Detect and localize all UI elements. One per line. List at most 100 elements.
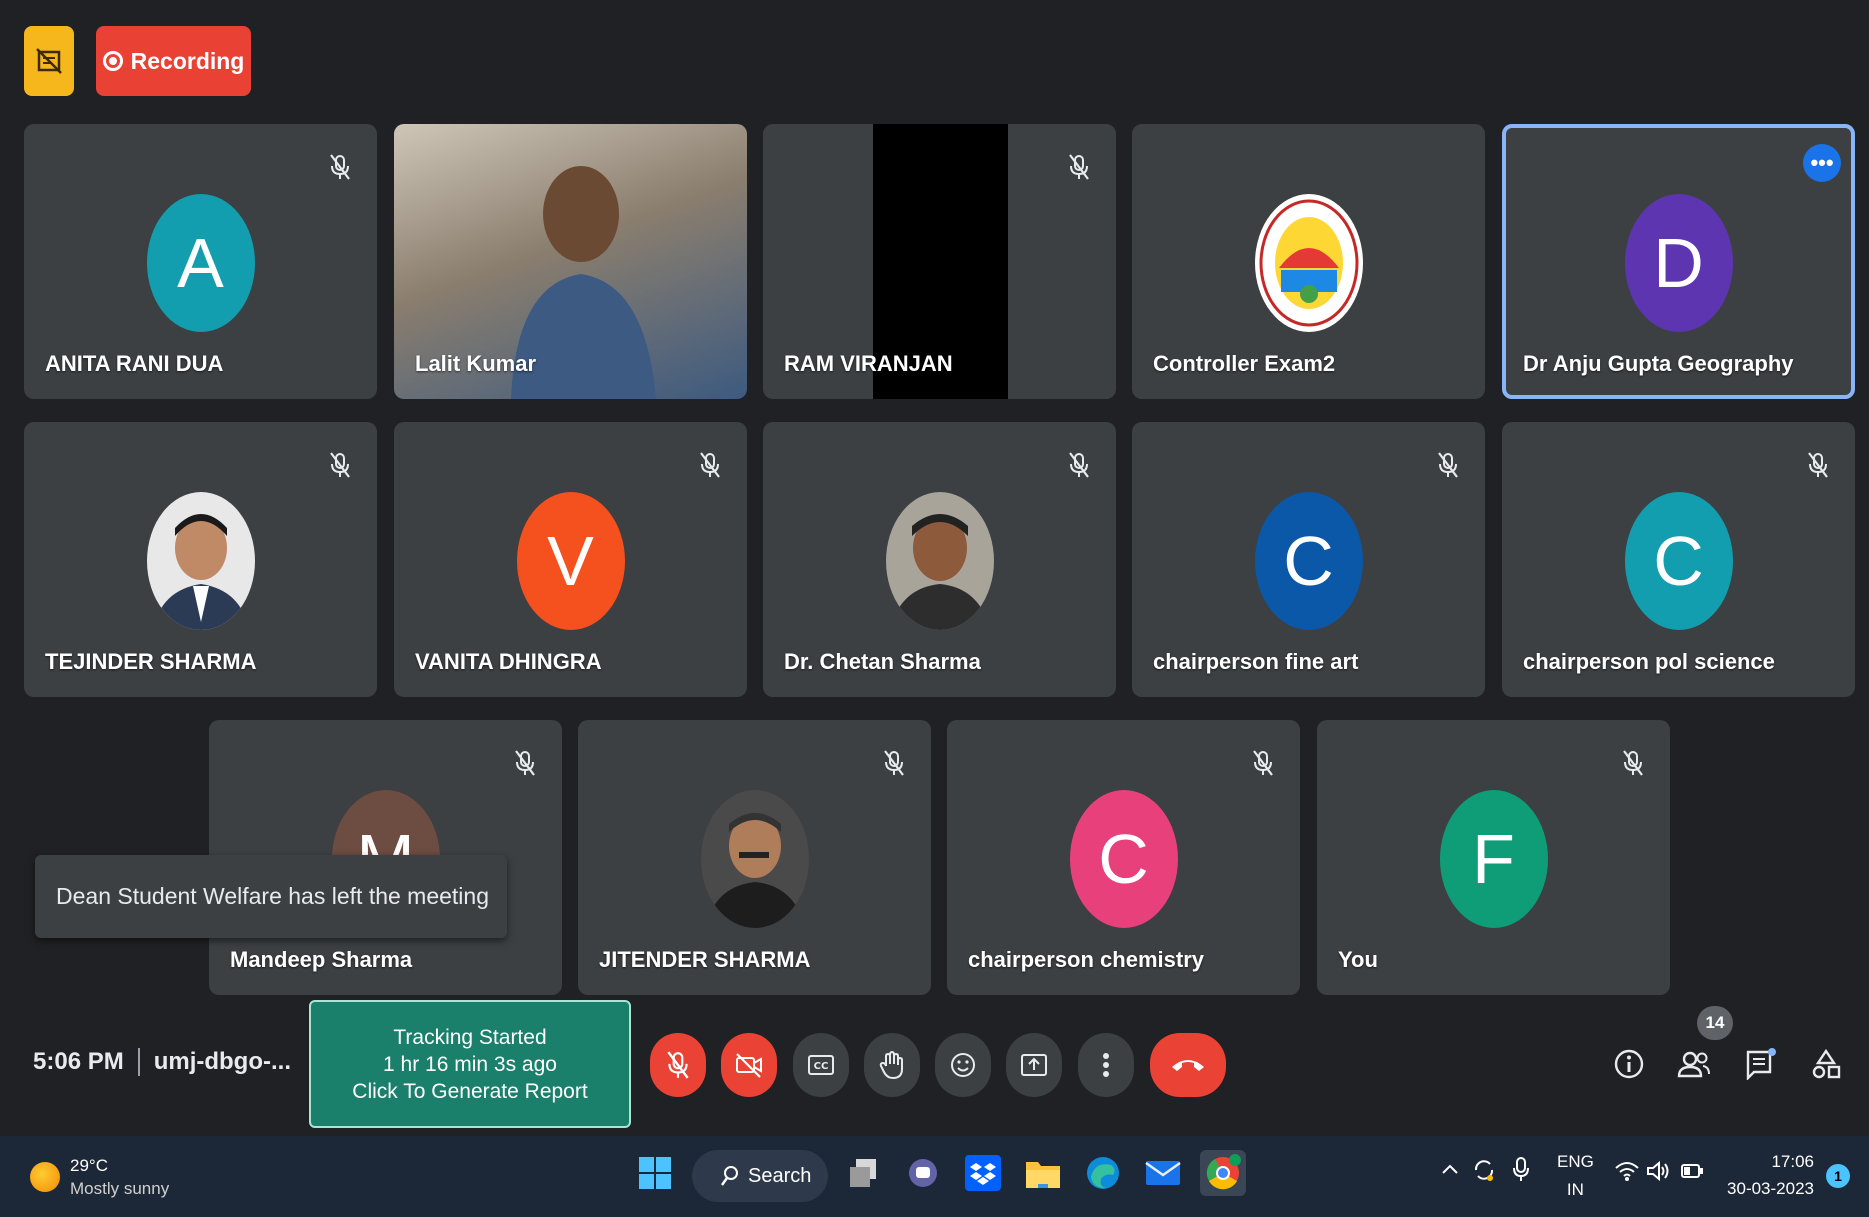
participant-tile-self[interactable]: F You bbox=[1317, 720, 1670, 995]
participant-count-badge: 14 bbox=[1697, 1006, 1733, 1040]
leave-call-button[interactable] bbox=[1150, 1033, 1226, 1097]
activities-button[interactable] bbox=[1804, 1042, 1848, 1086]
dropbox-icon[interactable] bbox=[960, 1150, 1006, 1196]
weather-condition: Mostly sunny bbox=[70, 1179, 170, 1198]
participant-name: chairperson pol science bbox=[1523, 649, 1775, 674]
mic-off-icon bbox=[693, 448, 727, 482]
region-code: IN bbox=[1566, 1180, 1584, 1199]
meeting-time: 5:06 PM bbox=[33, 1048, 124, 1075]
chat-button[interactable] bbox=[1738, 1042, 1782, 1086]
system-clock[interactable]: 17:06 30-03-2023 bbox=[1718, 1148, 1814, 1202]
reactions-button[interactable] bbox=[935, 1033, 991, 1097]
participant-tile-active-speaker[interactable]: D ••• Dr Anju Gupta Geography bbox=[1502, 124, 1855, 399]
edge-browser-icon[interactable] bbox=[1080, 1150, 1126, 1196]
weather-widget[interactable]: 29°C Mostly sunny bbox=[30, 1154, 169, 1200]
participant-name: Lalit Kumar bbox=[415, 351, 537, 376]
profile-photo bbox=[700, 790, 809, 928]
more-vert-icon bbox=[1103, 1053, 1109, 1077]
participant-tile[interactable]: Dr. Chetan Sharma bbox=[763, 422, 1116, 697]
more-options-icon[interactable]: ••• bbox=[1803, 144, 1841, 182]
participant-name: TEJINDER SHARMA bbox=[45, 649, 257, 674]
participant-name: JITENDER SHARMA bbox=[599, 947, 811, 972]
participant-tile[interactable]: V VANITA DHINGRA bbox=[394, 422, 747, 697]
recording-badge[interactable]: Recording bbox=[96, 26, 251, 96]
chat-icon bbox=[1746, 1048, 1776, 1080]
camera-off-icon bbox=[736, 1053, 762, 1078]
participant-tile[interactable]: JITENDER SHARMA bbox=[578, 720, 931, 995]
participant-name: ANITA RANI DUA bbox=[45, 351, 224, 376]
search-icon bbox=[721, 1166, 738, 1186]
mic-off-icon bbox=[1616, 746, 1650, 780]
recording-label: Recording bbox=[130, 47, 245, 74]
tracking-action: Click To Generate Report bbox=[352, 1079, 588, 1103]
participant-tile[interactable]: Controller Exam2 bbox=[1132, 124, 1485, 399]
avatar: A bbox=[146, 194, 255, 332]
meeting-details[interactable]: 5:06 PM umj-dbgo-... bbox=[33, 1048, 291, 1076]
captions-button[interactable]: CC bbox=[793, 1033, 849, 1097]
participant-tile[interactable]: C chairperson fine art bbox=[1132, 422, 1485, 697]
tracking-status: Tracking Started bbox=[393, 1025, 547, 1049]
participant-tile[interactable]: C chairperson pol science bbox=[1502, 422, 1855, 697]
chrome-browser-icon[interactable] bbox=[1200, 1150, 1246, 1196]
windows-start-icon[interactable] bbox=[632, 1150, 678, 1196]
avatar: C bbox=[1254, 492, 1363, 630]
record-icon bbox=[102, 51, 123, 71]
participant-tile[interactable]: C chairperson chemistry bbox=[947, 720, 1300, 995]
people-icon bbox=[1677, 1051, 1710, 1078]
sync-icon[interactable] bbox=[1472, 1156, 1496, 1189]
hand-icon bbox=[879, 1050, 903, 1080]
participant-name: Dr Anju Gupta Geography bbox=[1523, 351, 1794, 376]
show-hidden-icons[interactable] bbox=[1441, 1160, 1459, 1180]
avatar: D bbox=[1624, 194, 1733, 332]
avatar: C bbox=[1624, 492, 1733, 630]
file-explorer-icon[interactable] bbox=[1020, 1150, 1066, 1196]
mic-off-icon bbox=[1431, 448, 1465, 482]
teams-chat-icon[interactable] bbox=[900, 1150, 946, 1196]
participant-name: Dr. Chetan Sharma bbox=[784, 649, 981, 674]
taskbar-search[interactable]: Search bbox=[692, 1150, 828, 1202]
windows-taskbar: 29°C Mostly sunny Search ENG IN 17:06 30… bbox=[0, 1136, 1869, 1217]
participant-name: chairperson fine art bbox=[1153, 649, 1359, 674]
language-indicator[interactable]: ENG IN bbox=[1557, 1148, 1594, 1204]
captions-off-icon[interactable] bbox=[24, 26, 74, 96]
participant-name: Controller Exam2 bbox=[1153, 351, 1336, 376]
participant-tile[interactable]: Lalit Kumar bbox=[394, 124, 747, 399]
mic-off-icon bbox=[508, 746, 542, 780]
mic-off-icon bbox=[323, 150, 357, 184]
temperature: 29°C bbox=[70, 1156, 108, 1175]
tracking-report-button[interactable]: Tracking Started 1 hr 16 min 3s ago Clic… bbox=[309, 1000, 631, 1128]
more-options-button[interactable] bbox=[1078, 1033, 1134, 1097]
participant-name: VANITA DHINGRA bbox=[415, 649, 602, 674]
profile-photo bbox=[146, 492, 255, 630]
profile-photo bbox=[885, 492, 994, 630]
participant-tile[interactable]: RAM VIRANJAN bbox=[763, 124, 1116, 399]
task-view-icon[interactable] bbox=[840, 1150, 886, 1196]
mic-off-icon bbox=[1801, 448, 1835, 482]
people-button[interactable] bbox=[1672, 1042, 1716, 1086]
battery-icon[interactable] bbox=[1680, 1162, 1704, 1185]
mic-toggle-button[interactable] bbox=[650, 1033, 706, 1097]
participant-tile[interactable]: A ANITA RANI DUA bbox=[24, 124, 377, 399]
avatar: F bbox=[1439, 790, 1548, 928]
present-screen-button[interactable] bbox=[1006, 1033, 1062, 1097]
language-code: ENG bbox=[1557, 1152, 1594, 1171]
participant-name: You bbox=[1338, 947, 1378, 972]
mail-icon[interactable] bbox=[1140, 1150, 1186, 1196]
notification-center-badge[interactable]: 1 bbox=[1826, 1164, 1850, 1188]
microphone-tray-icon[interactable] bbox=[1512, 1156, 1530, 1189]
participant-name: Mandeep Sharma bbox=[230, 947, 413, 972]
svg-text:CC: CC bbox=[814, 1061, 829, 1072]
tracking-elapsed: 1 hr 16 min 3s ago bbox=[383, 1052, 557, 1076]
participant-name: chairperson chemistry bbox=[968, 947, 1204, 972]
search-label: Search bbox=[748, 1164, 812, 1187]
avatar: V bbox=[516, 492, 625, 630]
info-icon bbox=[1614, 1049, 1644, 1079]
mic-off-icon bbox=[323, 448, 357, 482]
volume-icon[interactable] bbox=[1646, 1160, 1670, 1187]
hang-up-icon bbox=[1172, 1060, 1204, 1071]
wifi-icon[interactable] bbox=[1614, 1160, 1640, 1187]
camera-toggle-button[interactable] bbox=[721, 1033, 777, 1097]
raise-hand-button[interactable] bbox=[864, 1033, 920, 1097]
participant-tile[interactable]: TEJINDER SHARMA bbox=[24, 422, 377, 697]
meeting-info-button[interactable] bbox=[1607, 1042, 1651, 1086]
